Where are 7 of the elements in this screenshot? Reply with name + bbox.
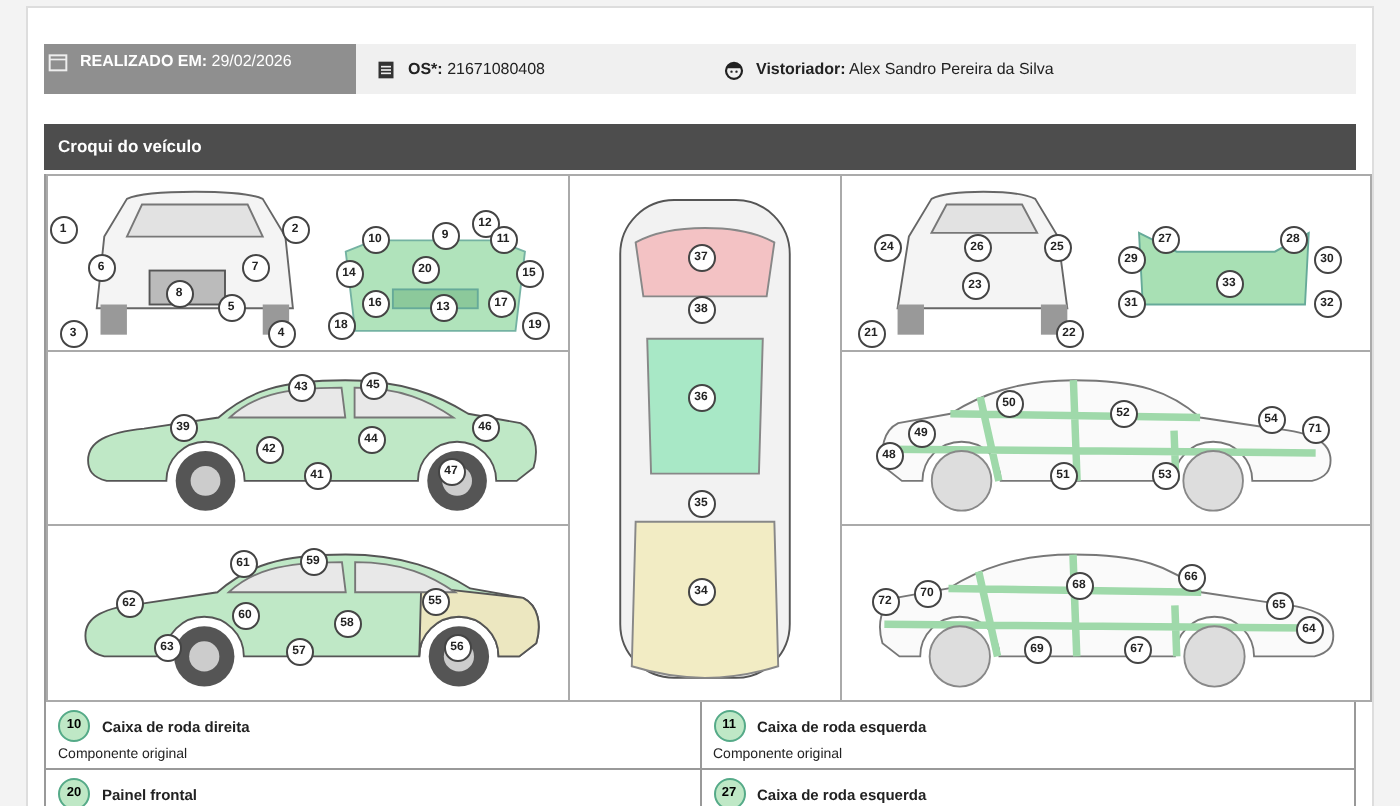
info-text: OS*: 21671080408 — [408, 60, 546, 78]
document-icon — [376, 59, 396, 79]
calendar-icon — [48, 52, 68, 72]
info-text: REALIZADO EM: 29/02/2026 — [80, 52, 292, 70]
section-header: Croqui do veículo — [44, 124, 1356, 170]
info-text: Vistoriador: Alex Sandro Pereira da Silva — [756, 60, 1054, 78]
face-icon — [724, 59, 744, 79]
